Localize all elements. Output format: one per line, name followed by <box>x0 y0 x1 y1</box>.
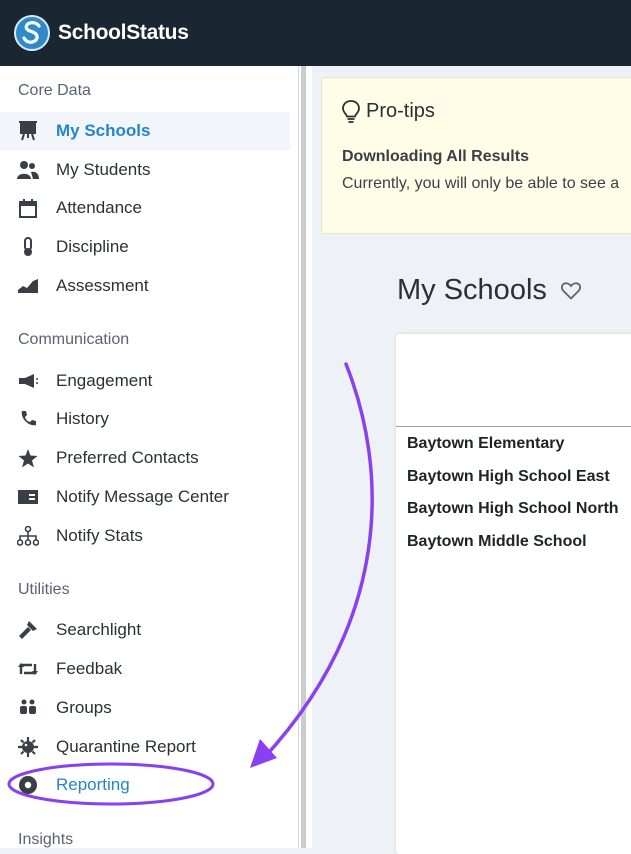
sidebar-item-notify-stats[interactable]: Notify Stats <box>0 517 290 555</box>
lightbulb-icon <box>342 100 360 129</box>
top-bar: SchoolStatus <box>0 0 631 66</box>
sidebar-item-label: Engagement <box>56 371 153 390</box>
sidebar-item-searchlight[interactable]: Searchlight <box>0 611 290 649</box>
flashlight-icon <box>17 619 39 641</box>
section-title-insights: Insights <box>18 831 74 848</box>
star-icon <box>17 447 39 469</box>
sidebar: Core Data My Schools My Students Attenda… <box>0 66 298 848</box>
sidebar-item-preferred-contacts[interactable]: Preferred Contacts <box>0 439 290 477</box>
sitemap-icon <box>17 525 39 547</box>
sidebar-item-label: Preferred Contacts <box>56 448 199 467</box>
users-icon <box>17 697 39 719</box>
sidebar-item-assessment[interactable]: Assessment <box>0 267 290 305</box>
protips-panel: Pro-tips Downloading All Results Current… <box>321 77 631 234</box>
megaphone-icon <box>17 370 39 392</box>
sidebar-item-label: Assessment <box>56 276 149 295</box>
section-title-utilities: Utilities <box>18 581 70 598</box>
people-icon <box>17 159 39 181</box>
sidebar-item-attendance[interactable]: Attendance <box>0 189 290 227</box>
sidebar-item-label: History <box>56 409 109 428</box>
school-link-baytown-middle-school[interactable]: Baytown Middle School <box>407 533 587 551</box>
sidebar-item-engagement[interactable]: Engagement <box>0 362 290 400</box>
sidebar-scrollbar[interactable] <box>301 66 306 848</box>
protips-heading: Downloading All Results <box>342 148 529 165</box>
protips-title: Pro-tips <box>366 100 435 122</box>
school-link-baytown-high-school-east[interactable]: Baytown High School East <box>407 468 610 486</box>
sidebar-item-my-students[interactable]: My Students <box>0 151 290 189</box>
id-card-icon <box>17 486 39 508</box>
schoolstatus-logo-icon[interactable] <box>14 15 50 51</box>
sidebar-item-notify-message-center[interactable]: Notify Message Center <box>0 478 290 516</box>
thermometer-icon <box>17 236 39 258</box>
retweet-icon <box>17 658 39 680</box>
sidebar-item-label: Reporting <box>56 775 130 794</box>
sidebar-resize-handle[interactable] <box>298 66 312 848</box>
school-link-baytown-elementary[interactable]: Baytown Elementary <box>407 435 564 453</box>
brand-name[interactable]: SchoolStatus <box>58 21 189 45</box>
virus-icon <box>17 736 39 758</box>
sidebar-item-label: Attendance <box>56 198 143 217</box>
section-title-communication: Communication <box>18 331 130 348</box>
calendar-icon <box>17 197 39 219</box>
easel-icon <box>17 120 39 142</box>
record-icon <box>17 774 39 796</box>
sidebar-item-label: Feedbak <box>56 659 123 678</box>
sidebar-item-quarantine-report[interactable]: Quarantine Report <box>0 728 290 766</box>
main-content: Pro-tips Downloading All Results Current… <box>312 66 631 854</box>
table-header-divider <box>396 426 631 427</box>
sidebar-item-label: Discipline <box>56 237 129 256</box>
sidebar-item-label: My Schools <box>56 121 151 140</box>
page-title: My Schools <box>397 274 547 306</box>
schools-card: Baytown Elementary Baytown High School E… <box>396 334 631 854</box>
sidebar-item-label: Notify Message Center <box>56 487 229 506</box>
phone-icon <box>17 408 39 430</box>
protips-text: Currently, you will only be able to see … <box>342 175 620 192</box>
section-title-core-data: Core Data <box>18 82 91 99</box>
sidebar-item-history[interactable]: History <box>0 400 290 438</box>
sidebar-item-groups[interactable]: Groups <box>0 689 290 727</box>
sidebar-item-my-schools[interactable]: My Schools <box>0 112 290 150</box>
school-link-baytown-high-school-north[interactable]: Baytown High School North <box>407 500 619 518</box>
sidebar-item-label: Groups <box>56 698 112 717</box>
logo-s-glyph <box>22 21 41 44</box>
area-chart-icon <box>17 275 39 297</box>
heart-outline-icon[interactable] <box>561 282 581 305</box>
sidebar-item-label: Notify Stats <box>56 526 143 545</box>
sidebar-item-label: Quarantine Report <box>56 737 196 756</box>
sidebar-item-reporting[interactable]: Reporting <box>0 766 290 804</box>
sidebar-item-label: My Students <box>56 160 151 179</box>
sidebar-item-label: Searchlight <box>56 620 142 639</box>
sidebar-item-feedbak[interactable]: Feedbak <box>0 650 290 688</box>
sidebar-item-discipline[interactable]: Discipline <box>0 228 290 266</box>
